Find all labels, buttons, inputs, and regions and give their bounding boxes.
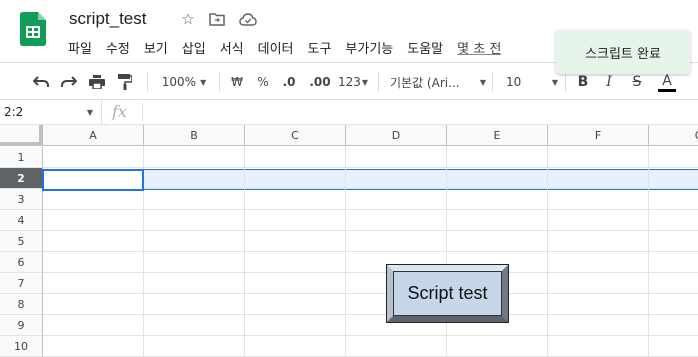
increase-decimal-button[interactable]: .00 xyxy=(306,70,334,94)
row-header-7[interactable]: 7 xyxy=(0,273,43,294)
chevron-down-icon: ▼ xyxy=(200,77,207,87)
move-to-folder-icon[interactable] xyxy=(207,9,227,29)
column-header-d[interactable]: D xyxy=(346,125,447,146)
row-header-2[interactable]: 2 xyxy=(0,168,43,189)
chevron-down-icon: ▼ xyxy=(551,77,558,87)
sheets-logo-icon[interactable] xyxy=(20,12,46,46)
column-header-e[interactable]: E xyxy=(447,125,548,146)
script-test-button[interactable]: Script test xyxy=(386,264,509,323)
font-size-select[interactable]: 10 ▼ xyxy=(500,70,558,94)
decrease-decimal-button[interactable]: .0 xyxy=(277,70,301,94)
text-color-swatch xyxy=(658,88,676,92)
toolbar-divider xyxy=(492,72,493,92)
last-edit-link[interactable]: 몇 초 전 xyxy=(450,36,508,58)
row-header-6[interactable]: 6 xyxy=(0,252,43,273)
grid-line xyxy=(43,251,698,252)
button-bevel xyxy=(502,265,508,322)
toolbar-divider xyxy=(219,72,220,92)
menu-tools[interactable]: 도구 xyxy=(301,36,339,58)
menu-insert[interactable]: 삽입 xyxy=(175,36,213,58)
menu-addons[interactable]: 부가기능 xyxy=(338,36,400,58)
percent-format-button[interactable]: % xyxy=(252,70,274,94)
zoom-select[interactable]: 100% ▼ xyxy=(155,70,213,94)
toolbar-divider xyxy=(378,72,379,92)
menu-file[interactable]: 파일 xyxy=(61,36,99,58)
button-bevel xyxy=(387,316,508,322)
name-box-value: 2:2 xyxy=(4,105,24,119)
text-color-letter: A xyxy=(662,72,672,89)
grid-line xyxy=(43,167,698,168)
more-formats-button[interactable]: 123 ▼ xyxy=(336,70,370,94)
row-header-1[interactable]: 1 xyxy=(0,147,43,168)
menu-format[interactable]: 서식 xyxy=(213,36,251,58)
grid-line xyxy=(43,293,698,294)
chevron-down-icon: ▼ xyxy=(479,77,486,87)
column-header-a[interactable]: A xyxy=(43,125,144,146)
row-header-5[interactable]: 5 xyxy=(0,231,43,252)
script-complete-toast: 스크립트 완료 xyxy=(556,30,690,74)
row-header-4[interactable]: 4 xyxy=(0,210,43,231)
menu-edit[interactable]: 수정 xyxy=(99,36,137,58)
formula-divider xyxy=(142,103,143,121)
menu-data[interactable]: 데이터 xyxy=(251,36,301,58)
column-header-c[interactable]: C xyxy=(245,125,346,146)
menu-view[interactable]: 보기 xyxy=(137,36,175,58)
menu-help[interactable]: 도움말 xyxy=(400,36,450,58)
font-size-value: 10 xyxy=(506,75,522,89)
select-all-corner[interactable] xyxy=(0,125,43,146)
row-header-9[interactable]: 9 xyxy=(0,315,43,336)
font-family-value: 기본값 (Ari... xyxy=(390,75,460,90)
font-family-select[interactable]: 기본값 (Ari... ▼ xyxy=(390,70,486,94)
column-header-f[interactable]: F xyxy=(548,125,649,146)
document-title[interactable]: script_test xyxy=(69,9,146,29)
fx-icon: fx xyxy=(112,102,127,121)
active-cell-a2[interactable] xyxy=(42,169,144,191)
column-header-b[interactable]: B xyxy=(144,125,245,146)
cloud-saved-icon xyxy=(238,9,258,29)
formula-input[interactable] xyxy=(146,100,698,124)
row-header-10[interactable]: 10 xyxy=(0,336,43,357)
column-header-g[interactable]: G xyxy=(649,125,698,146)
print-icon[interactable] xyxy=(84,70,110,94)
toolbar-divider xyxy=(565,72,566,92)
paint-format-icon[interactable] xyxy=(112,70,138,94)
chevron-down-icon: ▼ xyxy=(86,108,93,117)
script-test-button-label: Script test xyxy=(393,271,502,316)
grid-line xyxy=(43,209,698,210)
row-header-3[interactable]: 3 xyxy=(0,189,43,210)
menu-bar: 파일 수정 보기 삽입 서식 데이터 도구 부가기능 도움말 몇 초 전 xyxy=(61,36,508,58)
star-icon[interactable]: ☆ xyxy=(178,9,198,29)
toolbar-divider xyxy=(147,72,148,92)
zoom-value: 100% xyxy=(161,75,197,89)
formula-bar: 2:2 ▼ fx xyxy=(0,100,698,125)
grid-line xyxy=(43,314,698,315)
row-header-8[interactable]: 8 xyxy=(0,294,43,315)
grid-line xyxy=(43,335,698,336)
redo-icon[interactable] xyxy=(56,70,82,94)
undo-icon[interactable] xyxy=(28,70,54,94)
name-box[interactable]: 2:2 ▼ xyxy=(0,100,102,124)
more-formats-label: 123 xyxy=(337,75,361,89)
chevron-down-icon: ▼ xyxy=(361,77,369,87)
currency-format-button[interactable]: ₩ xyxy=(226,70,248,94)
spreadsheet-grid[interactable]: A B C D E F G 1 2 3 4 5 6 7 8 9 10 xyxy=(0,125,698,357)
grid-line xyxy=(43,272,698,273)
grid-line xyxy=(43,230,698,231)
